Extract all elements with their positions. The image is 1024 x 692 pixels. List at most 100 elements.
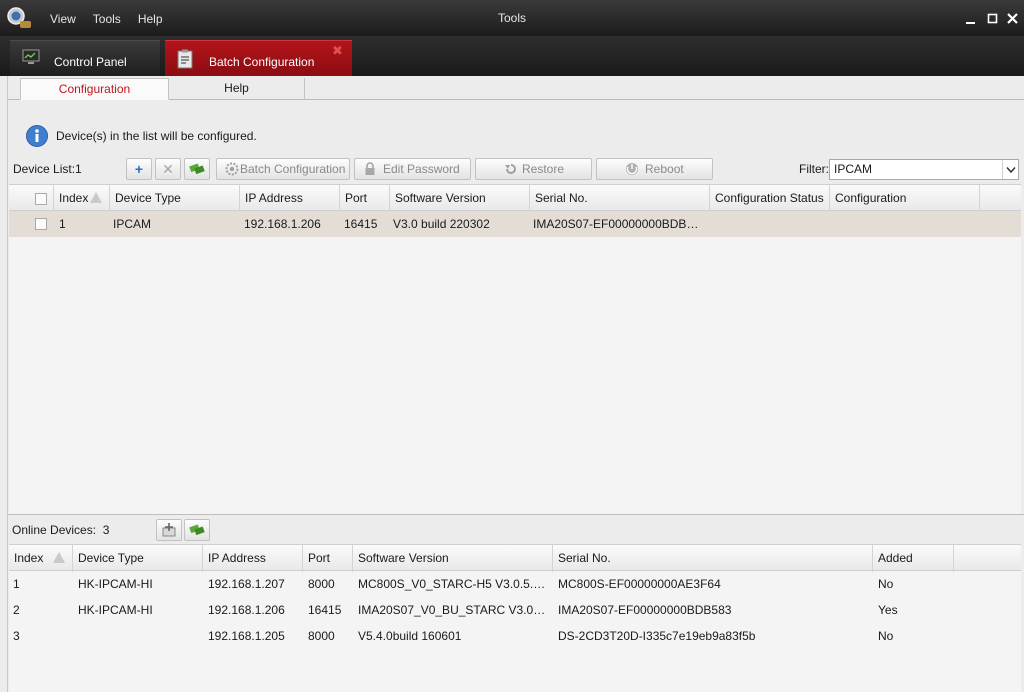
sub-tab-bar: Configuration Help (8, 76, 1024, 100)
cell-index: 1 (13, 577, 20, 591)
delete-device-button[interactable]: ✕ (155, 158, 181, 180)
tab-batch-configuration[interactable]: Batch Configuration ✖ (165, 40, 352, 76)
tab-control-panel-label: Control Panel (54, 55, 127, 69)
clipboard-icon (177, 49, 193, 69)
header-index[interactable]: Index (54, 185, 110, 212)
header-index[interactable]: Index (9, 545, 73, 572)
refresh-button[interactable] (184, 158, 210, 180)
table-row[interactable]: 3 192.168.1.205 8000 V5.4.0build 160601 … (9, 623, 1021, 649)
header-port[interactable]: Port (340, 185, 390, 212)
header-software-version[interactable]: Software Version (353, 545, 553, 572)
cell-ip-address: 192.168.1.205 (208, 629, 285, 643)
device-list-header: Index Device Type IP Address Port Softwa… (9, 184, 1021, 212)
cell-device-type: IPCAM (113, 217, 152, 231)
cell-index: 2 (13, 603, 20, 617)
header-serial-no[interactable]: Serial No. (553, 545, 873, 572)
cell-port: 16415 (308, 603, 342, 617)
cell-serial-no: IMA20S07-EF00000000BDB583 (533, 217, 703, 231)
main-tab-bar: Control Panel Batch Configuration ✖ (0, 36, 1024, 76)
cell-port: 16415 (344, 217, 378, 231)
online-devices-header: Index Device Type IP Address Port Softwa… (9, 544, 1021, 572)
sort-triangle-icon (90, 192, 102, 203)
header-software-version[interactable]: Software Version (390, 185, 530, 212)
header-device-type[interactable]: Device Type (73, 545, 203, 572)
reboot-button[interactable]: Reboot (596, 158, 713, 180)
cell-port: 8000 (308, 577, 335, 591)
row-checkbox[interactable] (35, 218, 47, 230)
header-device-type[interactable]: Device Type (110, 185, 240, 212)
close-window-button[interactable] (1004, 10, 1022, 28)
device-list-label: Device List:1 (13, 162, 82, 176)
cell-added: No (878, 577, 894, 591)
chevron-down-icon[interactable] (1002, 160, 1018, 179)
filter-select[interactable]: IPCAM (829, 159, 1019, 180)
monitor-icon (22, 49, 40, 64)
header-filler (980, 185, 1021, 212)
cell-device-type (78, 623, 200, 649)
refresh-icon (189, 163, 205, 175)
select-all-checkbox[interactable] (35, 193, 47, 205)
cell-index: 1 (59, 217, 66, 231)
refresh-online-button[interactable] (184, 519, 210, 541)
header-filler (954, 545, 1021, 572)
batch-configuration-button[interactable]: Batch Configuration (216, 158, 350, 180)
title-bar: View Tools Help Tools (0, 0, 1024, 36)
cell-added: No (878, 629, 894, 643)
cell-software-version: IMA20S07_V0_BU_STARC V3.0.220302 (358, 603, 547, 617)
restore-button[interactable]: Restore (475, 158, 592, 180)
filter-value: IPCAM (834, 162, 873, 176)
tab-configuration[interactable]: Configuration (20, 78, 169, 100)
header-configuration[interactable]: Configuration (830, 185, 980, 212)
cell-software-version: V5.4.0build 160601 (358, 629, 462, 643)
cell-serial-no: IMA20S07-EF00000000BDB583 (558, 603, 732, 617)
cell-port: 8000 (308, 629, 335, 643)
cell-ip-address: 192.168.1.206 (244, 217, 321, 231)
header-added[interactable]: Added (873, 545, 954, 572)
tab-help[interactable]: Help (169, 78, 305, 100)
info-icon (26, 125, 48, 147)
table-row[interactable]: 1 HK-IPCAM-HI 192.168.1.207 8000 MC800S_… (9, 571, 1021, 597)
cell-software-version: MC800S_V0_STARC-H5 V3.0.5.220302 (358, 577, 547, 591)
cell-added: Yes (878, 603, 898, 617)
close-tab-icon[interactable]: ✖ (332, 43, 343, 59)
restore-icon (505, 164, 516, 174)
cell-configuration-status (714, 211, 829, 237)
add-device-button[interactable]: + (126, 158, 152, 180)
tab-batch-configuration-label: Batch Configuration (209, 55, 315, 69)
info-message: Device(s) in the list will be configured… (56, 129, 257, 143)
online-devices-label: Online Devices: 3 (12, 523, 110, 537)
cell-configuration (834, 211, 979, 237)
header-configuration-status[interactable]: Configuration Status (710, 185, 830, 212)
maximize-button[interactable] (984, 10, 1002, 28)
edit-password-button[interactable]: Edit Password (354, 158, 471, 180)
menu-tools[interactable]: Tools (93, 12, 121, 26)
gear-icon (225, 162, 239, 176)
minimize-button[interactable] (962, 10, 980, 28)
plus-icon: + (134, 161, 144, 177)
header-ip-address[interactable]: IP Address (203, 545, 303, 572)
header-port[interactable]: Port (303, 545, 353, 572)
x-icon: ✕ (162, 161, 174, 177)
filter-label: Filter: (799, 162, 829, 176)
refresh-icon (189, 524, 205, 536)
tab-control-panel[interactable]: Control Panel (10, 40, 160, 76)
sort-triangle-icon (53, 552, 65, 563)
cell-device-type: HK-IPCAM-HI (78, 577, 153, 591)
add-to-list-icon (162, 523, 176, 537)
online-devices-count: 3 (102, 523, 110, 537)
table-row[interactable]: 1 IPCAM 192.168.1.206 16415 V3.0 build 2… (9, 211, 1021, 237)
table-row[interactable]: 2 HK-IPCAM-HI 192.168.1.206 16415 IMA20S… (9, 597, 1021, 623)
cell-ip-address: 192.168.1.206 (208, 603, 285, 617)
menu-help[interactable]: Help (138, 12, 163, 26)
cell-ip-address: 192.168.1.207 (208, 577, 285, 591)
header-serial-no[interactable]: Serial No. (530, 185, 710, 212)
device-list-table: Index Device Type IP Address Port Softwa… (9, 184, 1021, 514)
app-logo-icon[interactable] (6, 6, 32, 30)
menu-view[interactable]: View (50, 12, 76, 26)
add-to-list-button[interactable] (156, 519, 182, 541)
cell-index: 3 (13, 629, 20, 643)
cell-software-version: V3.0 build 220302 (393, 217, 490, 231)
header-ip-address[interactable]: IP Address (240, 185, 340, 212)
header-select-all (9, 185, 54, 212)
reboot-icon (626, 163, 638, 175)
